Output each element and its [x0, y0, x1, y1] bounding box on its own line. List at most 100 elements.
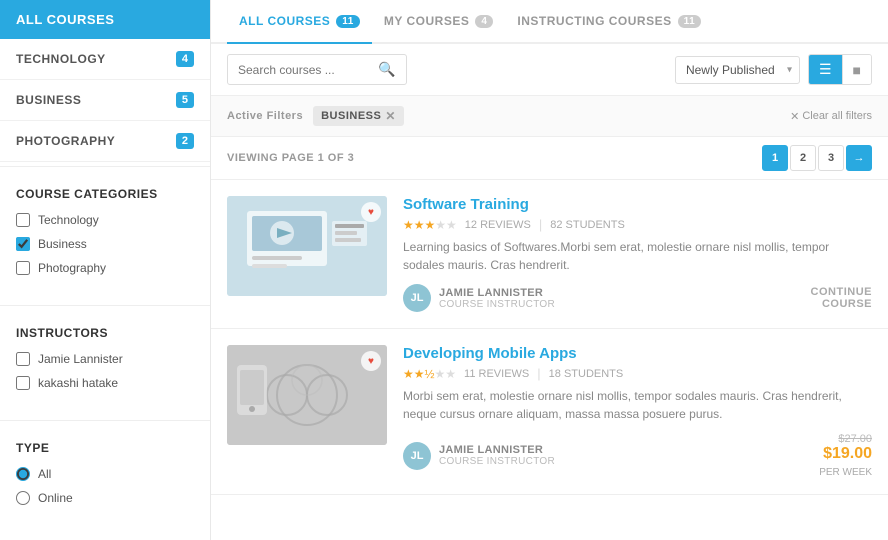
checkbox-kakashi-input[interactable] [16, 376, 30, 390]
course-reviews-2: 11 REVIEWS [464, 368, 529, 380]
course-desc-2: Morbi sem erat, molestie ornare nisl mol… [403, 387, 872, 423]
course-students-1: 82 STUDENTS [550, 219, 625, 231]
filters-bar: Active Filters BUSINESS ✕ ✕ Clear all fi… [211, 96, 888, 137]
radio-online[interactable]: Online [16, 491, 194, 505]
instructors-section: INSTRUCTORS Jamie Lannister kakashi hata… [0, 310, 210, 416]
tab-instructing-courses-badge: 11 [678, 15, 702, 28]
course-students-2: 18 STUDENTS [549, 368, 624, 380]
checkbox-jamie[interactable]: Jamie Lannister [16, 352, 194, 366]
radio-online-label: Online [38, 491, 73, 505]
clear-all-filters[interactable]: ✕ Clear all filters [790, 110, 872, 123]
sidebar-category-technology[interactable]: TECHNOLOGY 4 [0, 39, 210, 80]
main-content: ALL COURSES 11 MY COURSES 4 INSTRUCTING … [210, 0, 888, 540]
course-action-2: $27.00 $19.00 PER WEEK [819, 433, 872, 478]
filter-tag-business: BUSINESS ✕ [313, 106, 404, 126]
radio-all-input[interactable] [16, 467, 30, 481]
filter-tag-business-label: BUSINESS [321, 110, 381, 122]
search-box[interactable]: 🔍 [227, 54, 407, 85]
search-input[interactable] [238, 63, 378, 77]
category-badge-photography: 2 [176, 133, 194, 149]
checkbox-business[interactable]: Business [16, 237, 194, 251]
course-heart-2[interactable]: ♥ [361, 351, 381, 371]
course-info-1: Software Training ★★★★★ 12 REVIEWS | 82 … [403, 196, 872, 312]
viewing-page-text: VIEWING PAGE 1 OF 3 [227, 152, 354, 164]
search-icon: 🔍 [378, 61, 395, 78]
tab-all-courses-badge: 11 [336, 15, 360, 28]
price-period-2: PER WEEK [819, 467, 872, 478]
checkbox-kakashi[interactable]: kakashi hatake [16, 376, 194, 390]
course-title-2[interactable]: Developing Mobile Apps [403, 345, 872, 362]
category-label-technology: TECHNOLOGY [16, 52, 106, 66]
instructor-info-2: JL JAMIE LANNISTER COURSE INSTRUCTOR [403, 442, 555, 470]
category-label-photography: PHOTOGRAPHY [16, 134, 115, 148]
page-btn-next[interactable]: → [846, 145, 872, 171]
course-stars-2: ★★½★★ [403, 367, 456, 381]
instructor-role-1: COURSE INSTRUCTOR [439, 299, 555, 310]
avatar-1: JL [403, 284, 431, 312]
checkbox-kakashi-label: kakashi hatake [38, 376, 118, 390]
category-label-business: BUSINESS [16, 93, 81, 107]
sort-select[interactable]: Newly Published Most Popular Highest Rat… [675, 56, 800, 84]
page-info: VIEWING PAGE 1 OF 3 1 2 3 → [211, 137, 888, 180]
sidebar-category-photography[interactable]: PHOTOGRAPHY 2 [0, 121, 210, 162]
checkbox-photography-input[interactable] [16, 261, 30, 275]
checkbox-technology[interactable]: Technology [16, 213, 194, 227]
tab-instructing-courses-label: INSTRUCTING COURSES [517, 14, 671, 28]
filters-label: Active Filters [227, 110, 303, 122]
page-btn-1[interactable]: 1 [762, 145, 788, 171]
instructors-title: INSTRUCTORS [16, 326, 194, 340]
tab-all-courses[interactable]: ALL COURSES 11 [227, 0, 372, 44]
course-desc-1: Learning basics of Softwares.Morbi sem e… [403, 238, 872, 274]
course-heart-1[interactable]: ♥ [361, 202, 381, 222]
course-item-2: ♥ Developing Mobile Apps ★★½★★ 11 REVIEW… [211, 329, 888, 495]
tab-instructing-courses[interactable]: INSTRUCTING COURSES 11 [505, 0, 713, 44]
type-title: TYPE [16, 441, 194, 455]
course-footer-2: JL JAMIE LANNISTER COURSE INSTRUCTOR $27… [403, 433, 872, 478]
sidebar-category-business[interactable]: BUSINESS 5 [0, 80, 210, 121]
sort-wrapper: Newly Published Most Popular Highest Rat… [675, 56, 800, 84]
course-item-1: ♥ Software Training ★★★★★ 12 REVIEWS | 8… [211, 180, 888, 329]
checkbox-photography-label: Photography [38, 261, 106, 275]
sidebar: ALL COURSES TECHNOLOGY 4 BUSINESS 5 PHOT… [0, 0, 210, 540]
filters-left: Active Filters BUSINESS ✕ [227, 106, 404, 126]
course-title-1[interactable]: Software Training [403, 196, 872, 213]
instructor-name-1: JAMIE LANNISTER [439, 287, 555, 299]
pagination: 1 2 3 → [762, 145, 872, 171]
course-action-1: CONTINUE COURSE [811, 286, 872, 310]
course-reviews-1: 12 REVIEWS [465, 219, 531, 231]
instructor-details-1: JAMIE LANNISTER COURSE INSTRUCTOR [439, 287, 555, 310]
list-view-button[interactable]: ☰ [809, 55, 843, 84]
category-badge-technology: 4 [176, 51, 194, 67]
continue-button-1[interactable]: CONTINUE [811, 286, 872, 298]
filter-tag-remove-icon[interactable]: ✕ [385, 109, 396, 123]
grid-view-button[interactable]: ■ [843, 55, 871, 84]
checkbox-technology-label: Technology [38, 213, 99, 227]
radio-online-input[interactable] [16, 491, 30, 505]
radio-all[interactable]: All [16, 467, 194, 481]
category-badge-business: 5 [176, 92, 194, 108]
toolbar-right: Newly Published Most Popular Highest Rat… [675, 54, 872, 85]
course-meta-1: ★★★★★ 12 REVIEWS | 82 STUDENTS [403, 217, 872, 232]
continue-sub-1: COURSE [811, 298, 872, 310]
courses-list: ♥ Software Training ★★★★★ 12 REVIEWS | 8… [211, 180, 888, 495]
course-info-2: Developing Mobile Apps ★★½★★ 11 REVIEWS … [403, 345, 872, 478]
page-btn-3[interactable]: 3 [818, 145, 844, 171]
page-btn-2[interactable]: 2 [790, 145, 816, 171]
checkbox-jamie-input[interactable] [16, 352, 30, 366]
clear-all-label: Clear all filters [802, 110, 872, 122]
tabs-bar: ALL COURSES 11 MY COURSES 4 INSTRUCTING … [211, 0, 888, 44]
price-2: $19.00 [819, 445, 872, 463]
checkbox-technology-input[interactable] [16, 213, 30, 227]
sidebar-header: ALL COURSES [0, 0, 210, 39]
price-old-2: $27.00 [819, 433, 872, 445]
checkbox-photography[interactable]: Photography [16, 261, 194, 275]
toolbar: 🔍 Newly Published Most Popular Highest R… [211, 44, 888, 96]
type-section: TYPE All Online [0, 425, 210, 531]
instructor-details-2: JAMIE LANNISTER COURSE INSTRUCTOR [439, 444, 555, 467]
course-categories-title: COURSE CATEGORIES [16, 187, 194, 201]
tab-my-courses[interactable]: MY COURSES 4 [372, 0, 506, 44]
tab-all-courses-label: ALL COURSES [239, 14, 330, 28]
instructor-info-1: JL JAMIE LANNISTER COURSE INSTRUCTOR [403, 284, 555, 312]
checkbox-business-input[interactable] [16, 237, 30, 251]
course-meta-2: ★★½★★ 11 REVIEWS | 18 STUDENTS [403, 366, 872, 381]
